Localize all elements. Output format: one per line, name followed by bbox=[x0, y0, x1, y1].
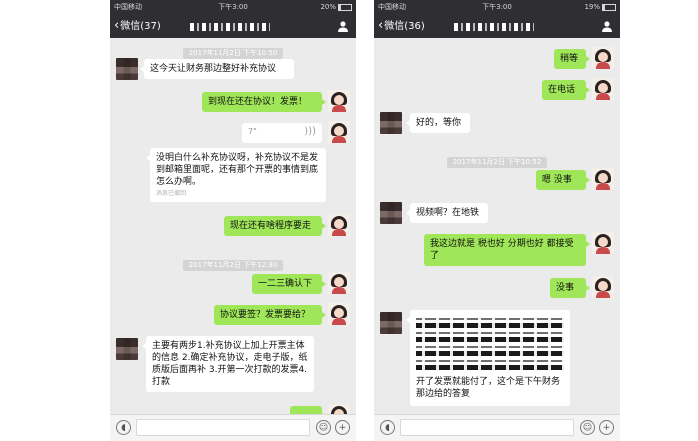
chevron-left-icon: ‹ bbox=[114, 18, 120, 33]
status-bar: 中国移动 下午3:00 20% bbox=[110, 0, 356, 14]
message-bubble-outgoing: 到现在还在协议！发票！ bbox=[202, 92, 326, 112]
battery-label: 19% bbox=[584, 3, 600, 11]
battery-icon bbox=[338, 3, 352, 11]
clock-label: 下午3:00 bbox=[218, 3, 248, 11]
chat-title-redacted bbox=[190, 23, 270, 31]
message-bubble-outgoing: 在电话 bbox=[542, 80, 590, 100]
message-bubble-outgoing: 现在还有啥程序要走 bbox=[224, 216, 326, 236]
back-button[interactable]: ‹微信(36) bbox=[378, 14, 425, 39]
voice-message[interactable]: 7" ))) bbox=[242, 123, 322, 143]
user-avatar[interactable] bbox=[592, 276, 614, 298]
message-bubble-incoming: 这今天让财务那边整好补充协议 bbox=[140, 59, 294, 79]
message-bubble-outgoing: 没事 bbox=[550, 278, 590, 298]
chat-header: ‹微信(37) bbox=[110, 14, 356, 38]
contact-avatar[interactable] bbox=[380, 202, 402, 224]
message-input[interactable] bbox=[136, 419, 310, 436]
emoji-icon[interactable]: ☺ bbox=[580, 420, 595, 435]
recalled-note: 消息已撤回 bbox=[156, 190, 187, 197]
message-bubble-outgoing: 一二三确认下 bbox=[252, 274, 326, 294]
voice-duration: 7" bbox=[248, 127, 257, 136]
message-bubble-incoming: 开了发票就能付了，这个是下午财务那边给的答复 bbox=[406, 310, 570, 406]
chat-header: ‹微信(36) bbox=[374, 14, 620, 38]
back-label: 微信(36) bbox=[384, 21, 425, 32]
timestamp: 2017年11月2日 下午10:52 bbox=[374, 149, 620, 168]
user-avatar[interactable] bbox=[328, 121, 350, 143]
message-input[interactable] bbox=[400, 419, 574, 436]
battery-indicator: 19% bbox=[584, 0, 616, 14]
user-avatar[interactable] bbox=[328, 214, 350, 236]
chat-window-right: 中国移动 下午3:00 19% ‹微信(36) 稍等 在电话 好的，等你 201… bbox=[374, 0, 620, 441]
input-bar: ◖ ☺ + bbox=[374, 414, 620, 441]
user-avatar[interactable] bbox=[592, 168, 614, 190]
status-bar: 中国移动 下午3:00 19% bbox=[374, 0, 620, 14]
user-avatar[interactable] bbox=[328, 272, 350, 294]
user-avatar[interactable] bbox=[592, 232, 614, 254]
battery-label: 20% bbox=[320, 3, 336, 11]
chat-window-left: 中国移动 下午3:00 20% ‹微信(37) 2017年11月2日 下午10:… bbox=[110, 0, 356, 441]
message-bubble-outgoing: 我这边就是 税也好 分期也好 都接受了 bbox=[424, 234, 590, 266]
back-label: 微信(37) bbox=[120, 21, 161, 32]
chevron-left-icon: ‹ bbox=[378, 18, 384, 33]
message-bubble-outgoing: 嗯 没事 bbox=[536, 170, 590, 190]
clock-label: 下午3:00 bbox=[482, 3, 512, 11]
plus-icon[interactable]: + bbox=[335, 420, 350, 435]
message-bubble-incoming: 好的，等你 bbox=[406, 113, 470, 133]
user-avatar[interactable] bbox=[328, 90, 350, 112]
sound-wave-icon: ))) bbox=[304, 126, 316, 137]
timestamp: 2017年11月2日 下午12:30 bbox=[110, 252, 356, 271]
person-icon[interactable] bbox=[337, 20, 349, 32]
back-button[interactable]: ‹微信(37) bbox=[114, 14, 161, 39]
contact-avatar[interactable] bbox=[116, 338, 138, 360]
battery-icon bbox=[602, 3, 616, 11]
plus-icon[interactable]: + bbox=[599, 420, 614, 435]
user-avatar[interactable] bbox=[592, 47, 614, 69]
timestamp: 2017年11月2日 下午10:50 bbox=[110, 40, 356, 59]
voice-toggle-icon[interactable]: ◖ bbox=[116, 420, 131, 435]
contact-avatar[interactable] bbox=[380, 312, 402, 334]
message-text: 开了发票就能付了，这个是下午财务那边给的答复 bbox=[416, 377, 561, 399]
message-text: 没明白什么补充协议呀，补充协议不是发到邮箱里面呢，还有那个开票的事情到底怎么办啊… bbox=[156, 153, 319, 187]
message-bubble-incoming: 没明白什么补充协议呀，补充协议不是发到邮箱里面呢，还有那个开票的事情到底怎么办啊… bbox=[146, 148, 326, 202]
message-bubble-incoming: 视频啊？在地铁 bbox=[406, 203, 488, 223]
emoji-icon[interactable]: ☺ bbox=[316, 420, 331, 435]
battery-indicator: 20% bbox=[320, 0, 352, 14]
input-bar: ◖ ☺ + bbox=[110, 414, 356, 441]
user-avatar[interactable] bbox=[328, 303, 350, 325]
redacted-text bbox=[416, 314, 564, 374]
message-bubble-incoming: 主要有两步1.补充协议上加上开票主体的信息 2.确定补充协议，走电子版，纸质版后… bbox=[142, 336, 314, 392]
user-avatar[interactable] bbox=[592, 78, 614, 100]
voice-toggle-icon[interactable]: ◖ bbox=[380, 420, 395, 435]
contact-avatar[interactable] bbox=[116, 58, 138, 80]
message-bubble-outgoing: 协议要签？发票要给？ bbox=[214, 305, 326, 325]
message-bubble-outgoing: 稍等 bbox=[554, 49, 590, 69]
person-icon[interactable] bbox=[601, 20, 613, 32]
chat-title-redacted bbox=[454, 23, 534, 31]
contact-avatar[interactable] bbox=[380, 112, 402, 134]
